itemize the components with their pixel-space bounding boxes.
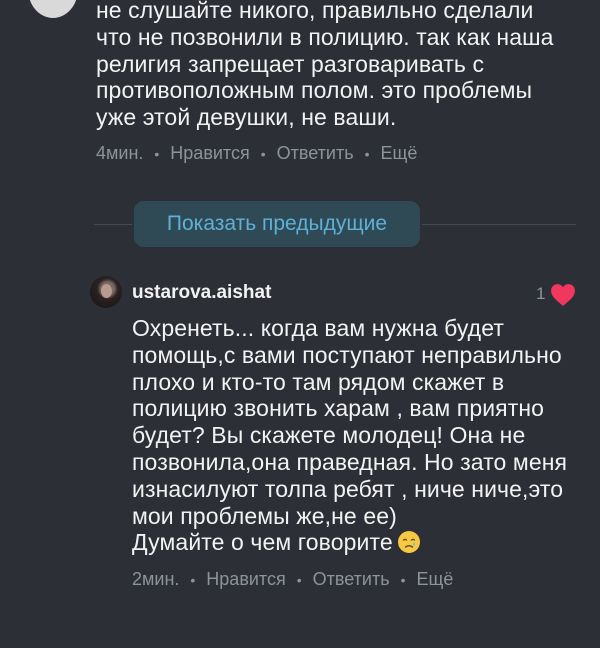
separator-dot: • [190, 571, 196, 588]
commenter-avatar[interactable] [28, 0, 78, 18]
avatar[interactable] [90, 276, 122, 308]
comments-screen: не слушайте никого, правильно сделали чт… [0, 0, 600, 648]
more-button[interactable]: Ещё [417, 569, 454, 590]
separator-dot: • [364, 145, 370, 162]
crying-face-icon [397, 531, 420, 554]
more-button[interactable]: Ещё [381, 143, 418, 164]
show-previous-button[interactable]: Показать предыдущие [134, 201, 420, 247]
reply-button[interactable]: Ответить [277, 143, 354, 164]
comment-body: Охренеть... когда вам нужна будет помощь… [132, 315, 568, 556]
like-count: 1 [536, 284, 546, 303]
separator-dot: • [260, 145, 266, 162]
username[interactable]: ustarova.aishat [132, 282, 271, 304]
separator-dot: • [296, 571, 302, 588]
comment-text: не слушайте никого, правильно сделали чт… [96, 0, 554, 131]
like-button[interactable]: Нравится [206, 569, 285, 590]
comment-text: Охренеть... когда вам нужна будет помощь… [132, 315, 587, 556]
reply-button[interactable]: Ответить [313, 569, 390, 590]
divider [422, 224, 576, 225]
heart-icon[interactable] [550, 283, 576, 307]
divider [94, 224, 132, 225]
show-previous-row: Показать предыдущие [0, 198, 600, 250]
comment-meta: 2мин. • Нравится • Ответить • Ещё [132, 569, 453, 590]
separator-dot: • [154, 145, 160, 162]
comment-time: 2мин. [132, 569, 180, 589]
separator-dot: • [400, 571, 406, 588]
comment-meta: 4мин. • Нравится • Ответить • Ещё [96, 143, 417, 164]
comment-time: 4мин. [96, 143, 144, 163]
avatar-face [101, 284, 112, 298]
like-button[interactable]: Нравится [170, 143, 249, 164]
